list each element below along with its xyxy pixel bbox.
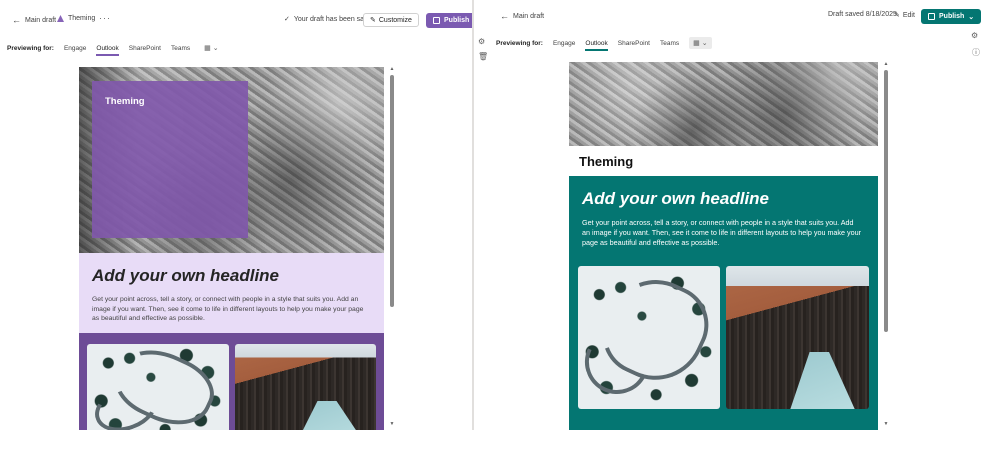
chevron-down-icon: ⌄ — [212, 45, 219, 52]
canyon-image — [726, 266, 869, 409]
scrollbar-thumb[interactable] — [884, 70, 888, 332]
snowy-road-image — [578, 266, 720, 409]
canyon-image — [235, 344, 376, 430]
scrollbar-thumb[interactable] — [390, 75, 394, 307]
arrow-left-icon: ← — [500, 11, 509, 21]
draft-status: ✓ Your draft has been saved — [284, 15, 375, 24]
preview-label: Previewing for: — [496, 39, 543, 47]
publish-button[interactable]: Publish ⌄ — [426, 13, 472, 28]
back-to-main-draft-link[interactable]: ← Main draft — [500, 11, 544, 21]
left-pane: ← Main draft Theming ··· ✓ Your draft ha… — [0, 0, 472, 430]
chevron-down-icon: ⌄ — [701, 40, 708, 47]
hero-image: Theming — [79, 67, 384, 253]
scroll-up-icon[interactable]: ▲ — [883, 62, 889, 67]
split-screen-root: ← Main draft Theming ··· ✓ Your draft ha… — [0, 0, 999, 467]
tab-engage[interactable]: Engage — [64, 41, 86, 56]
hero-title-card: Theming — [92, 81, 248, 238]
customize-button[interactable]: ✎ Customize — [363, 13, 419, 27]
publish-label: Publish — [444, 17, 470, 24]
paintbrush-icon: ✎ — [370, 17, 376, 24]
accessibility-icon[interactable]: ⚙ — [478, 37, 485, 46]
preview-bar: Previewing for: Engage Outlook SharePoin… — [7, 38, 472, 58]
publish-label: Publish — [939, 13, 965, 20]
body-text: Get your point across, tell a story, or … — [582, 218, 862, 247]
headline-section: Add your own headline Get your point acr… — [569, 176, 878, 430]
body-text: Get your point across, tell a story, or … — [92, 296, 364, 322]
scroll-down-icon[interactable]: ▼ — [389, 422, 395, 427]
left-preview-scrollbar[interactable]: ▲ ▼ — [389, 67, 395, 430]
email-preview-canvas: Theming Add your own headline Get your p… — [79, 67, 384, 430]
page-title: Theming — [579, 154, 634, 169]
river — [790, 351, 855, 409]
device-preview-dropdown[interactable]: ▦ ⌄ — [200, 42, 223, 54]
breadcrumb-theming[interactable]: Theming — [57, 15, 95, 22]
device-preview-icon: ▦ — [204, 45, 211, 52]
tab-outlook[interactable]: Outlook — [96, 41, 120, 56]
checkmark-icon: ✓ — [284, 16, 290, 23]
headline: Add your own headline — [582, 189, 770, 208]
publish-icon — [433, 17, 440, 24]
tab-outlook[interactable]: Outlook — [585, 36, 609, 51]
back-to-main-draft-link[interactable]: ← Main draft — [12, 15, 56, 25]
publish-icon — [928, 13, 935, 20]
info-icon[interactable]: ⓘ — [972, 47, 980, 58]
back-label: Main draft — [513, 12, 545, 20]
more-options-button[interactable]: ··· — [99, 13, 111, 23]
scroll-up-icon[interactable]: ▲ — [389, 67, 395, 72]
chevron-down-icon: ⌄ — [968, 13, 975, 21]
preview-bar: Previewing for: Engage Outlook SharePoin… — [496, 33, 999, 53]
device-preview-dropdown[interactable]: ▦ ⌄ — [689, 37, 712, 49]
image-gallery — [79, 333, 384, 430]
arrow-left-icon: ← — [12, 15, 21, 25]
device-preview-icon: ▦ — [693, 40, 700, 47]
email-preview-canvas: Theming Add your own headline Get your p… — [569, 62, 878, 430]
headline: Add your own headline — [92, 266, 280, 285]
river — [298, 401, 362, 430]
headline-section: Add your own headline Get your point acr… — [79, 253, 384, 333]
preview-label: Previewing for: — [7, 44, 54, 52]
pencil-icon: ✎ — [894, 12, 900, 19]
draft-saved-status: Draft saved 8/18/2025 — [828, 11, 897, 18]
theme-icon — [57, 15, 64, 22]
tab-engage[interactable]: Engage — [553, 36, 575, 51]
snowy-road-image — [87, 344, 229, 430]
pane-divider — [472, 0, 474, 430]
scroll-down-icon[interactable]: ▼ — [883, 422, 889, 427]
edit-button[interactable]: ✎ Edit — [894, 11, 915, 20]
back-label: Main draft — [25, 16, 57, 24]
accessibility-icon[interactable]: ⚙ — [971, 31, 978, 40]
hero-image — [569, 62, 878, 146]
breadcrumb-label: Theming — [68, 15, 96, 22]
publish-button[interactable]: Publish ⌄ — [921, 9, 982, 24]
edit-label: Edit — [902, 11, 915, 19]
tab-sharepoint[interactable]: SharePoint — [129, 41, 161, 56]
tab-teams[interactable]: Teams — [660, 36, 679, 51]
hero-card-title: Theming — [105, 96, 145, 107]
bottom-margin — [0, 430, 999, 467]
tab-sharepoint[interactable]: SharePoint — [618, 36, 650, 51]
delete-icon[interactable]: 🗑 — [478, 52, 488, 61]
right-preview-scrollbar[interactable]: ▲ ▼ — [883, 62, 889, 430]
customize-label: Customize — [378, 16, 412, 24]
right-pane: ⚙ 🗑 ← Main draft Draft saved 8/18/2025 ✎… — [475, 0, 999, 430]
tab-teams[interactable]: Teams — [171, 41, 190, 56]
